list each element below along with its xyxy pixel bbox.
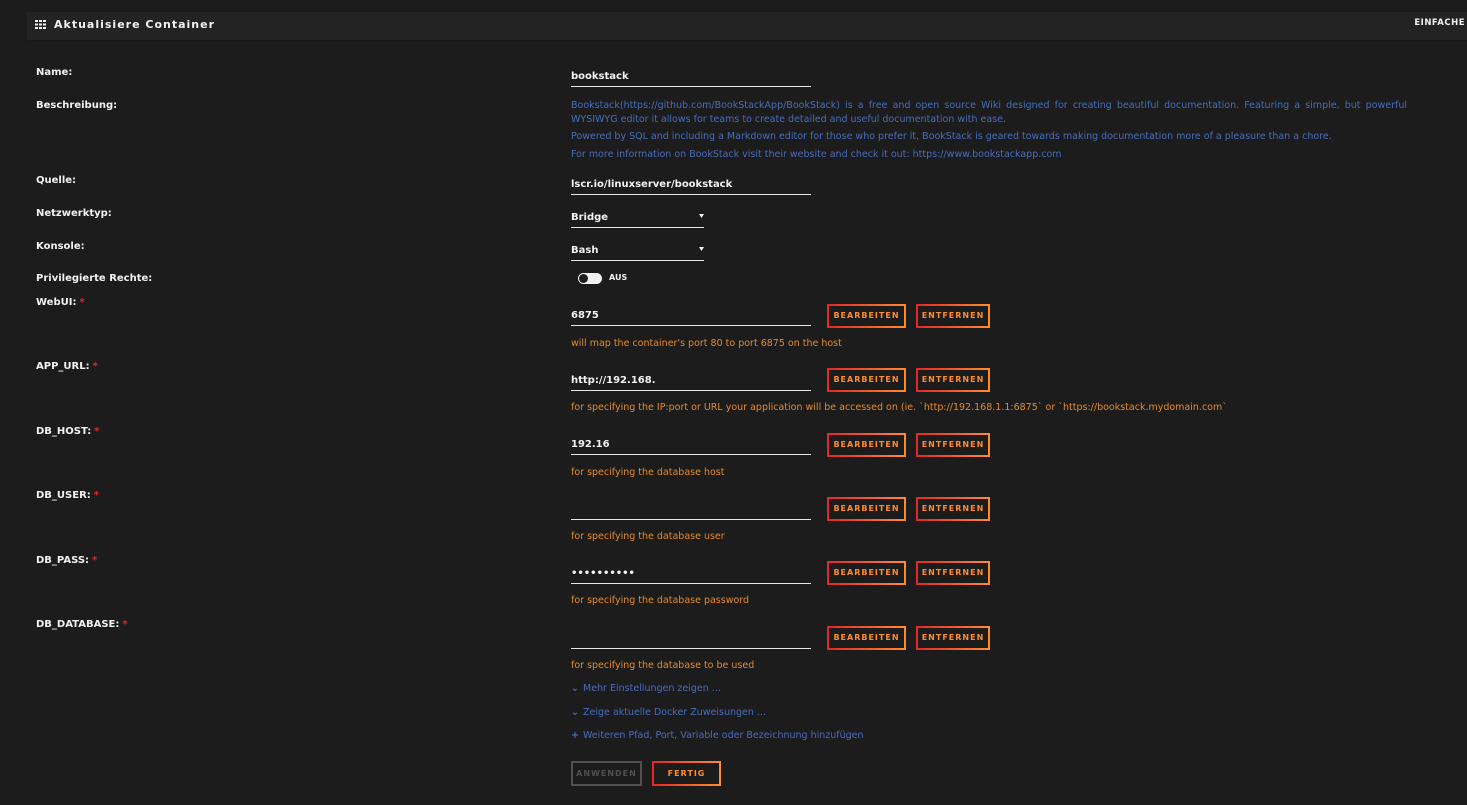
console-value: Bash <box>571 245 599 256</box>
chevron-down-icon <box>699 214 704 218</box>
chevron-down-icon: ⌄ <box>571 683 579 694</box>
db-user-edit-button[interactable]: BEARBEITEN <box>827 497 906 521</box>
privileged-toggle[interactable] <box>578 273 602 284</box>
title-bar: Aktualisiere Container EINFACHE <box>27 12 1467 41</box>
db-user-input[interactable] <box>571 500 811 520</box>
plus-icon: + <box>571 730 579 741</box>
db-host-input[interactable]: 192.16 <box>571 435 811 455</box>
app-url-edit-button[interactable]: BEARBEITEN <box>827 368 906 392</box>
description-label: Beschreibung: <box>36 100 118 111</box>
db-host-label: DB_HOST: * <box>36 426 100 437</box>
db-pass-edit-button[interactable]: BEARBEITEN <box>827 561 906 585</box>
docker-mappings-link[interactable]: ⌄ Zeige aktuelle Docker Zuweisungen ... <box>571 707 766 718</box>
name-label: Name: <box>36 67 73 78</box>
update-container-page: Aktualisiere Container EINFACHE Name: bo… <box>0 0 1467 805</box>
console-select[interactable]: Bash <box>571 241 704 261</box>
apply-button[interactable]: ANWENDEN <box>571 761 642 786</box>
description-line-2: Powered by SQL and including a Markdown … <box>571 131 1332 142</box>
app-url-remove-button[interactable]: ENTFERNEN <box>916 368 990 392</box>
network-type-label: Netzwerktyp: <box>36 208 112 219</box>
webui-hint: will map the container's port 80 to port… <box>571 338 842 349</box>
db-database-remove-button[interactable]: ENTFERNEN <box>916 626 990 650</box>
db-user-hint: for specifying the database user <box>571 531 725 542</box>
db-user-remove-button[interactable]: ENTFERNEN <box>916 497 990 521</box>
source-input[interactable]: lscr.io/linuxserver/bookstack <box>571 175 811 195</box>
simple-view-link[interactable]: EINFACHE <box>1414 18 1465 28</box>
chevron-down-icon <box>699 247 704 251</box>
add-mapping-link[interactable]: + Weiteren Pfad, Port, Variable oder Beze… <box>571 730 864 741</box>
webui-edit-button[interactable]: BEARBEITEN <box>827 304 906 328</box>
db-host-hint: for specifying the database host <box>571 467 725 478</box>
db-database-input[interactable] <box>571 629 811 649</box>
chevron-down-icon: ⌄ <box>571 707 579 718</box>
page-title: Aktualisiere Container <box>54 18 216 31</box>
db-pass-input[interactable]: •••••••••• <box>571 564 811 584</box>
db-host-remove-button[interactable]: ENTFERNEN <box>916 433 990 457</box>
description-line-1: Bookstack(https://github.com/BookStackAp… <box>571 100 1407 125</box>
app-url-label: APP_URL: * <box>36 361 98 372</box>
more-settings-link[interactable]: ⌄ Mehr Einstellungen zeigen ... <box>571 683 721 694</box>
description-line-3: For more information on BookStack visit … <box>571 149 1062 160</box>
db-user-label: DB_USER: * <box>36 490 100 501</box>
db-pass-hint: for specifying the database password <box>571 595 750 606</box>
toggle-knob <box>579 274 588 283</box>
privileged-label: Privilegierte Rechte: <box>36 273 153 284</box>
webui-remove-button[interactable]: ENTFERNEN <box>916 304 990 328</box>
done-button[interactable]: FERTIG <box>652 761 721 786</box>
name-input[interactable]: bookstack <box>571 67 811 87</box>
db-database-hint: for specifying the database to be used <box>571 660 755 671</box>
app-url-hint: for specifying the IP:port or URL your a… <box>571 402 1227 413</box>
privileged-state: AUS <box>609 273 628 282</box>
network-type-value: Bridge <box>571 212 609 223</box>
db-database-label: DB_DATABASE: * <box>36 619 128 630</box>
db-host-edit-button[interactable]: BEARBEITEN <box>827 433 906 457</box>
db-database-edit-button[interactable]: BEARBEITEN <box>827 626 906 650</box>
grid-icon <box>35 20 46 29</box>
network-type-select[interactable]: Bridge <box>571 208 704 228</box>
source-label: Quelle: <box>36 175 77 186</box>
webui-input[interactable]: 6875 <box>571 306 811 326</box>
console-label: Konsole: <box>36 241 85 252</box>
db-pass-label: DB_PASS: * <box>36 555 98 566</box>
db-pass-remove-button[interactable]: ENTFERNEN <box>916 561 990 585</box>
webui-label: WebUI: * <box>36 297 85 308</box>
app-url-input[interactable]: http://192.168. <box>571 371 811 391</box>
